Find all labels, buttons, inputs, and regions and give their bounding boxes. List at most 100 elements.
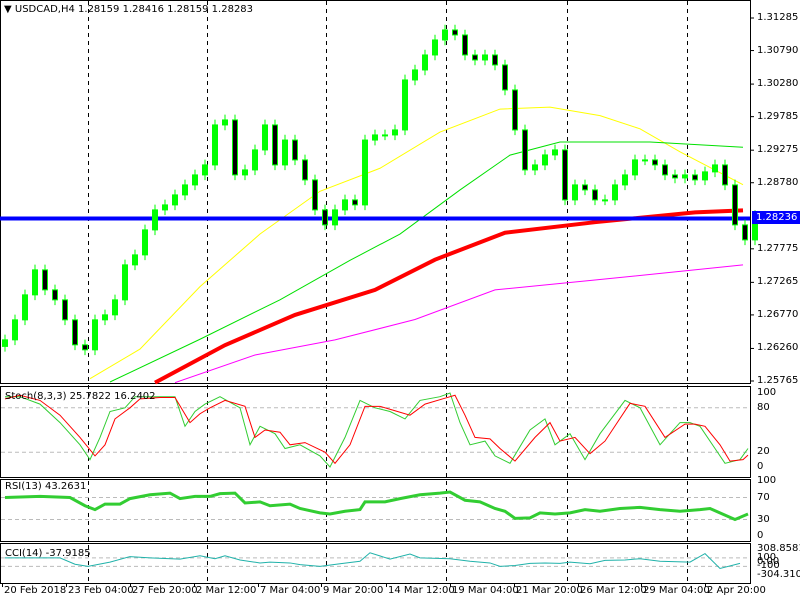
candle-body (202, 164, 208, 176)
candle-body (312, 179, 318, 211)
candle-body (612, 184, 618, 201)
low-value: 1.28159 (167, 4, 209, 15)
high-value: 1.28416 (122, 4, 164, 15)
cci-title: CCI(14) -37.9185 (5, 548, 91, 559)
candle-body (562, 149, 568, 201)
indicator-tick-label: 80 (757, 401, 770, 413)
candle-body (532, 164, 538, 171)
candle-body (182, 184, 188, 196)
candle-body (2, 339, 8, 347)
time-tick-label: 19 Mar 04:00 (452, 585, 519, 596)
candle-body (632, 159, 638, 176)
candle-body (172, 194, 178, 206)
candle-body (462, 34, 468, 56)
candle-body (422, 54, 428, 71)
candle-body (552, 149, 558, 156)
candle-body (392, 129, 398, 136)
candle-body (302, 159, 308, 181)
candle-body (192, 174, 198, 186)
candle-body (662, 164, 668, 176)
candle-body (742, 224, 748, 241)
candle-body (72, 319, 78, 346)
candle-body (362, 139, 368, 206)
candle-body (582, 184, 588, 191)
main-chart-frame (0, 0, 751, 384)
candle-body (352, 199, 358, 206)
time-tick-label: 26 Mar 12:00 (580, 585, 647, 596)
dropdown-triangle-icon[interactable]: ▼ (4, 4, 12, 15)
candle-body (452, 29, 458, 36)
candle-body (62, 299, 68, 321)
current-price-label: 1.28236 (752, 211, 800, 224)
candle-body (642, 159, 648, 162)
candle-body (572, 184, 578, 201)
candle-body (252, 149, 258, 171)
candle-body (42, 269, 48, 291)
price-tick-label: 1.30790 (757, 44, 799, 56)
candle-body (282, 139, 288, 166)
candle-body (292, 139, 298, 161)
candle-body (112, 299, 118, 316)
time-tick-label: 14 Mar 12:00 (388, 585, 455, 596)
price-tick-label: 1.28780 (757, 176, 799, 188)
indicator-tick-label: 100 (757, 475, 777, 486)
candle-body (672, 174, 678, 179)
candle-body (162, 204, 168, 211)
price-tick-label: 1.26770 (757, 308, 799, 320)
candle-body (652, 159, 658, 166)
candle-body (12, 319, 18, 341)
indicator-tick-label: 30 (757, 513, 770, 525)
candle-body (592, 189, 598, 201)
candle-body (732, 184, 738, 226)
chart-header: ▼ USDCAD,H4 1.28159 1.28416 1.28159 1.28… (4, 4, 253, 15)
candle-body (692, 174, 698, 181)
price-tick-label: 1.27265 (757, 276, 799, 288)
candle-body (332, 209, 338, 226)
candle-body (32, 269, 38, 296)
close-value: 1.28283 (211, 4, 254, 15)
time-tick-label: 2 Apr 20:00 (707, 585, 766, 596)
candle-body (402, 79, 408, 131)
candle-body (142, 229, 148, 256)
candle-body (602, 199, 608, 202)
candle-body (122, 264, 128, 301)
candle-body (262, 124, 268, 151)
candle-body (92, 319, 98, 351)
candle-body (472, 54, 478, 61)
price-tick-label: 1.30280 (757, 78, 799, 90)
chart-canvas (0, 0, 758, 587)
indicator-tick-label: -304.3108 (757, 569, 800, 580)
candle-body (622, 174, 628, 186)
indicator-tick-label: 20 (757, 446, 770, 458)
indicator-tick-label: 0 (757, 461, 764, 472)
price-tick-label: 1.26260 (757, 342, 799, 354)
indicator-panel-frame (0, 479, 751, 542)
candle-body (22, 294, 28, 321)
candle-body (152, 209, 158, 231)
time-tick-label: 2 Mar 12:00 (196, 585, 257, 596)
price-tick-label: 1.27775 (757, 242, 799, 254)
candle-body (492, 54, 498, 66)
open-value: 1.28159 (78, 4, 120, 15)
candle-body (232, 119, 238, 176)
candle-body (82, 344, 88, 351)
candle-body (482, 54, 488, 61)
candle-body (382, 134, 388, 137)
candle-body (442, 29, 448, 41)
candle-body (682, 174, 688, 179)
candle-body (412, 69, 418, 81)
candle-body (702, 171, 708, 181)
candle-body (212, 124, 218, 166)
time-tick-label: 20 Feb 2018 (4, 585, 67, 596)
candle-body (132, 254, 138, 266)
candle-body (52, 289, 58, 301)
indicator-tick-label: 70 (757, 491, 770, 503)
candle-body (722, 164, 728, 186)
price-tick-label: 1.29785 (757, 110, 799, 122)
candle-body (522, 129, 528, 171)
time-tick-label: 27 Feb 20:00 (132, 585, 198, 596)
indicator-panel-frame (0, 543, 751, 584)
candle-body (102, 314, 108, 321)
price-tick-label: 1.29275 (757, 144, 799, 156)
indicator-tick-label: 0 (757, 530, 764, 541)
